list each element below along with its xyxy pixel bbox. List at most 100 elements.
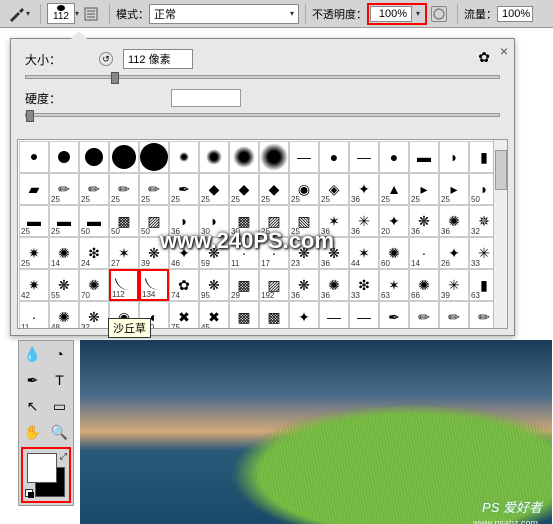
size-slider[interactable] — [25, 75, 500, 79]
scrollbar-vertical[interactable] — [493, 140, 507, 328]
brush-preset[interactable]: ✏25 — [49, 173, 79, 205]
brush-preset[interactable]: ✏ — [439, 301, 469, 329]
brush-preset[interactable]: ❇33 — [349, 269, 379, 301]
brush-preset[interactable]: ·11 — [229, 237, 259, 269]
tool-blur[interactable]: 💧 — [19, 341, 46, 367]
brush-preset[interactable]: ✦46 — [169, 237, 199, 269]
brush-preset[interactable]: ❋36 — [409, 205, 439, 237]
brush-preset[interactable]: ▸25 — [409, 173, 439, 205]
brush-preset[interactable]: ◗ — [439, 141, 469, 173]
brush-preset[interactable]: ✷25 — [19, 237, 49, 269]
brush-preset[interactable] — [139, 141, 169, 173]
brush-preset[interactable]: — — [349, 301, 379, 329]
brush-preset[interactable]: ▨25 — [259, 205, 289, 237]
brush-preset[interactable]: ❋23 — [289, 237, 319, 269]
brush-preset[interactable] — [109, 141, 139, 173]
brush-preset[interactable]: ❋32 — [79, 301, 109, 329]
brush-preset[interactable] — [169, 141, 199, 173]
tool-shape[interactable]: ▭ — [46, 393, 73, 419]
brush-preset[interactable]: ✦ — [289, 301, 319, 329]
brush-preset[interactable]: ❋59 — [199, 237, 229, 269]
brush-preset[interactable]: ·17 — [259, 237, 289, 269]
flow-input[interactable]: 100% — [497, 6, 533, 22]
brush-preset[interactable]: ▩50 — [109, 205, 139, 237]
brush-preset[interactable]: 112 — [109, 269, 139, 301]
brush-preset[interactable]: ✶44 — [349, 237, 379, 269]
hardness-slider[interactable] — [25, 113, 500, 117]
brush-preset[interactable]: ❋95 — [199, 269, 229, 301]
brush-preset[interactable]: ❋55 — [49, 269, 79, 301]
tool-type[interactable]: T — [46, 367, 73, 393]
brush-preset[interactable] — [199, 141, 229, 173]
brush-preset[interactable]: ▸25 — [439, 173, 469, 205]
brush-preset[interactable]: ◆25 — [199, 173, 229, 205]
brush-preset[interactable]: ✺66 — [409, 269, 439, 301]
brush-preset[interactable]: ▨192 — [259, 269, 289, 301]
brush-preset[interactable]: ▰ — [19, 173, 49, 205]
brush-preset[interactable]: ❋36 — [319, 237, 349, 269]
brush-preset[interactable]: ◗36 — [169, 205, 199, 237]
brush-preset[interactable]: ✳36 — [349, 205, 379, 237]
brush-preset[interactable]: ✦20 — [379, 205, 409, 237]
brush-preset[interactable]: ✏ — [409, 301, 439, 329]
default-colors-icon[interactable] — [25, 489, 35, 499]
brush-preset-picker[interactable]: 112 — [47, 3, 75, 24]
brush-preset[interactable]: ▬25 — [19, 205, 49, 237]
brush-preset[interactable]: ◈25 — [319, 173, 349, 205]
brush-preset[interactable]: ·11 — [19, 301, 49, 329]
brush-preset[interactable]: ▬25 — [49, 205, 79, 237]
brush-preset[interactable] — [259, 141, 289, 173]
brush-preset[interactable]: ✒ — [379, 301, 409, 329]
brush-preset[interactable]: ▩30 — [229, 205, 259, 237]
brush-preset[interactable]: ▩ — [229, 301, 259, 329]
brush-preset[interactable]: ✳39 — [439, 269, 469, 301]
brush-panel-toggle-icon[interactable] — [79, 4, 103, 24]
brush-preset[interactable]: ✶63 — [379, 269, 409, 301]
brush-preset[interactable]: ▲25 — [379, 173, 409, 205]
pressure-opacity-icon[interactable] — [431, 6, 447, 22]
size-input[interactable]: 112 像素 — [123, 49, 193, 69]
brush-preset[interactable]: ✒25 — [169, 173, 199, 205]
gear-icon[interactable]: ✿ — [478, 49, 490, 66]
brush-preset[interactable]: ·14 — [409, 237, 439, 269]
swap-colors-icon[interactable]: ⤢ — [60, 451, 67, 462]
brush-preset[interactable]: ✷42 — [19, 269, 49, 301]
brush-preset[interactable]: ✶36 — [319, 205, 349, 237]
brush-preset[interactable]: ❋39 — [139, 237, 169, 269]
brush-preset[interactable]: ▨50 — [139, 205, 169, 237]
brush-preset[interactable]: ✖45 — [199, 301, 229, 329]
blend-mode-select[interactable]: 正常 ▾ — [149, 4, 299, 24]
brush-preset[interactable]: ❇24 — [79, 237, 109, 269]
foreground-color[interactable] — [27, 453, 57, 483]
brush-preset[interactable]: ▩29 — [229, 269, 259, 301]
canvas-area[interactable]: PS 爱好者 www.psahz.com — [80, 340, 552, 524]
brush-preset[interactable] — [19, 141, 49, 173]
brush-preset[interactable]: — — [349, 141, 379, 173]
brush-preset[interactable]: ▩ — [259, 301, 289, 329]
close-icon[interactable]: × — [500, 43, 508, 59]
brush-preset[interactable]: ▬50 — [79, 205, 109, 237]
brush-preset[interactable]: ✖75 — [169, 301, 199, 329]
brush-preset[interactable] — [79, 141, 109, 173]
brush-preset[interactable]: ✺70 — [79, 269, 109, 301]
brush-preset[interactable] — [49, 141, 79, 173]
brush-preset[interactable]: ✺48 — [49, 301, 79, 329]
brush-preset[interactable]: ✺14 — [49, 237, 79, 269]
brush-preset[interactable]: ▧25 — [289, 205, 319, 237]
brush-preset[interactable]: ✿74 — [169, 269, 199, 301]
hardness-input[interactable] — [171, 89, 241, 107]
brush-tool-icon[interactable]: ▾ — [4, 4, 34, 24]
brush-preset[interactable]: ✺36 — [439, 205, 469, 237]
tool-pen[interactable]: ✒ — [19, 367, 46, 393]
brush-preset[interactable]: ◆25 — [229, 173, 259, 205]
brush-preset[interactable] — [229, 141, 259, 173]
reset-size-icon[interactable]: ↺ — [99, 52, 113, 66]
brush-preset[interactable]: — — [289, 141, 319, 173]
brush-preset[interactable]: ◗30 — [199, 205, 229, 237]
brush-preset[interactable]: ✦36 — [349, 173, 379, 205]
brush-preset[interactable]: ✏25 — [79, 173, 109, 205]
tool-hand[interactable]: ✋ — [19, 419, 46, 445]
brush-preset[interactable]: ✺60 — [379, 237, 409, 269]
brush-preset[interactable]: ✏25 — [139, 173, 169, 205]
brush-preset[interactable]: ✦26 — [439, 237, 469, 269]
